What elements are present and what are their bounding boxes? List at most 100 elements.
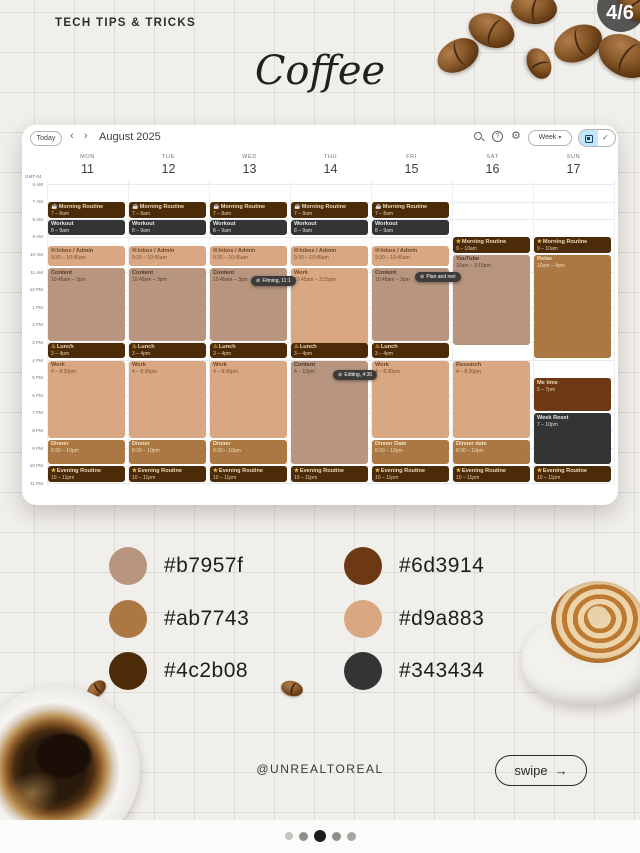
event-title: Workout <box>213 221 284 228</box>
view-selector-dropdown[interactable]: Week ▾ <box>528 130 572 146</box>
day-header-sun[interactable]: SUN17 <box>533 154 614 176</box>
calendar-event[interactable]: Content10:45am – 3pm <box>48 268 125 341</box>
palette-swatch: #b7957f <box>109 547 243 585</box>
next-week-button[interactable]: › <box>84 130 88 142</box>
pagination-dot[interactable] <box>332 832 341 841</box>
calendar-event[interactable]: Workout8 – 9am <box>129 220 206 236</box>
calendar-event[interactable]: Content10:45am – 3pm <box>129 268 206 341</box>
calendar-event[interactable]: ✉Inbox / Admin9:30 – 10:45am <box>372 246 449 266</box>
event-icon: ♨ <box>375 344 380 350</box>
calendar-event[interactable]: Workout8 – 9am <box>291 220 368 236</box>
month-title: August 2025 <box>99 131 161 143</box>
pagination-dot[interactable] <box>299 832 308 841</box>
event-title: ☕Morning Routine <box>294 204 365 211</box>
help-icon[interactable]: ? <box>492 131 503 142</box>
calendar-event[interactable]: Me time5 – 7pm <box>534 378 611 411</box>
pagination-dot-active[interactable] <box>314 830 326 842</box>
event-time: 3 – 4pm <box>51 351 122 357</box>
day-header-tue[interactable]: TUE12 <box>128 154 209 176</box>
task-chip[interactable]: ⊘Filming, 11:1 <box>251 276 296 286</box>
calendar-event[interactable]: ☕Morning Routine7 – 8am <box>129 202 206 218</box>
event-title: Content <box>51 270 122 277</box>
event-icon: ☕ <box>51 204 58 210</box>
calendar-event[interactable]: ✉Inbox / Admin9:30 – 10:45am <box>210 246 287 266</box>
calendar-event[interactable]: ★Morning Routine9 – 10am <box>534 237 611 253</box>
calendar-event[interactable]: Workout8 – 9am <box>372 220 449 236</box>
calendar-event[interactable]: Relax10am – 4pm <box>534 255 611 359</box>
date-number[interactable]: 17 <box>533 162 614 176</box>
date-number[interactable]: 12 <box>128 162 209 176</box>
day-header-thu[interactable]: THU14 <box>290 154 371 176</box>
calendar-event[interactable]: ★Evening Routine10 – 11pm <box>48 466 125 482</box>
prev-week-button[interactable]: ‹ <box>70 130 74 142</box>
day-header-fri[interactable]: FRI15 <box>371 154 452 176</box>
calendar-event[interactable]: ✉Inbox / Admin9:30 – 10:45am <box>129 246 206 266</box>
calendar-event[interactable]: Week Reset7 – 10pm <box>534 413 611 464</box>
calendar-event[interactable]: ☕Morning Routine7 – 8am <box>210 202 287 218</box>
event-icon: ♨ <box>51 344 56 350</box>
calendar-event[interactable]: Dinner8:30 – 10pm <box>129 440 206 464</box>
event-title: Research <box>456 362 527 369</box>
calendar-tasks-toggle[interactable]: ✓ <box>578 129 616 147</box>
calendar-event[interactable]: YouTube10am – 3:15pm <box>453 255 530 345</box>
day-header-wed[interactable]: WED13 <box>209 154 290 176</box>
calendar-event[interactable]: ☕Morning Routine7 – 8am <box>372 202 449 218</box>
date-number[interactable]: 15 <box>371 162 452 176</box>
pagination-dot[interactable] <box>285 832 293 840</box>
task-chip[interactable]: ⊘Plan and revi <box>415 272 461 282</box>
hour-label: 4 PM <box>22 358 43 363</box>
calendar-event[interactable]: Dinner8:30 – 10pm <box>48 440 125 464</box>
calendar-event[interactable]: Work4 – 8:30pm <box>372 361 449 438</box>
calendar-view-toggle[interactable] <box>579 130 598 147</box>
event-title: YouTube <box>456 256 527 263</box>
calendar-event[interactable]: ♨Lunch3 – 4pm <box>291 343 368 359</box>
task-chip[interactable]: ⊘Editing, 4:30 <box>333 370 377 380</box>
calendar-event[interactable]: ★Evening Routine10 – 11pm <box>210 466 287 482</box>
calendar-event[interactable]: ☕Morning Routine7 – 8am <box>291 202 368 218</box>
calendar-event[interactable]: Workout8 – 9am <box>210 220 287 236</box>
calendar-event[interactable]: ✉Inbox / Admin9:30 – 10:45am <box>291 246 368 266</box>
event-title: Work <box>375 362 446 369</box>
calendar-event[interactable]: Work10:45am – 3:15pm <box>291 268 368 345</box>
day-header-sat[interactable]: SAT16 <box>452 154 533 176</box>
pagination-dot[interactable] <box>347 832 356 841</box>
calendar-event[interactable]: ★Evening Routine10 – 11pm <box>534 466 611 482</box>
event-time: 4 – 8:30pm <box>456 369 527 375</box>
palette-swatch: #d9a883 <box>344 600 484 638</box>
search-icon[interactable] <box>474 132 482 140</box>
event-title: Content <box>294 362 365 369</box>
calendar-event[interactable]: ★Morning Routine9 – 10am <box>453 237 530 253</box>
gear-icon[interactable]: ⚙ <box>511 130 521 142</box>
date-number[interactable]: 13 <box>209 162 290 176</box>
event-time: 8 – 9am <box>213 228 284 234</box>
date-number[interactable]: 14 <box>290 162 371 176</box>
calendar-event[interactable]: ★Evening Routine10 – 11pm <box>129 466 206 482</box>
event-time: 3 – 4pm <box>294 351 365 357</box>
calendar-event[interactable]: ♨Lunch3 – 4pm <box>372 343 449 359</box>
calendar-toolbar: Today ‹ › August 2025 ? ⚙ Week ▾ ✓ <box>22 125 618 153</box>
calendar-event[interactable]: ★Evening Routine10 – 11pm <box>453 466 530 482</box>
calendar-event[interactable]: ☕Morning Routine7 – 8am <box>48 202 125 218</box>
date-number[interactable]: 11 <box>47 162 128 176</box>
tasks-check-icon[interactable]: ✓ <box>602 133 609 142</box>
calendar-event[interactable]: Workout8 – 9am <box>48 220 125 236</box>
event-time: 4 – 8:30pm <box>51 369 122 375</box>
calendar-event[interactable]: Dinner Date8:30 – 10pm <box>372 440 449 464</box>
calendar-event[interactable]: Dinner date8:30 – 10pm <box>453 440 530 464</box>
calendar-event[interactable]: ✉Inbox / Admin9:30 – 10:45am <box>48 246 125 266</box>
day-header-mon[interactable]: MON11 <box>47 154 128 176</box>
calendar-event[interactable]: ★Evening Routine10 – 11pm <box>291 466 368 482</box>
calendar-event[interactable]: ★Evening Routine10 – 11pm <box>372 466 449 482</box>
calendar-event[interactable]: Dinner8:30 – 10pm <box>210 440 287 464</box>
calendar-event[interactable]: ♨Lunch3 – 4pm <box>210 343 287 359</box>
calendar-event[interactable]: Research4 – 8:30pm <box>453 361 530 438</box>
calendar-event[interactable]: Work4 – 8:30pm <box>210 361 287 438</box>
today-button[interactable]: Today <box>30 131 62 146</box>
date-number[interactable]: 16 <box>452 162 533 176</box>
calendar-event[interactable]: Work4 – 8:30pm <box>129 361 206 438</box>
calendar-event[interactable]: Work4 – 8:30pm <box>48 361 125 438</box>
swipe-button[interactable]: swipe → <box>495 755 587 786</box>
calendar-event[interactable]: ♨Lunch3 – 4pm <box>129 343 206 359</box>
calendar-event[interactable]: ♨Lunch3 – 4pm <box>48 343 125 359</box>
swatch-hex-label: #d9a883 <box>399 607 484 631</box>
